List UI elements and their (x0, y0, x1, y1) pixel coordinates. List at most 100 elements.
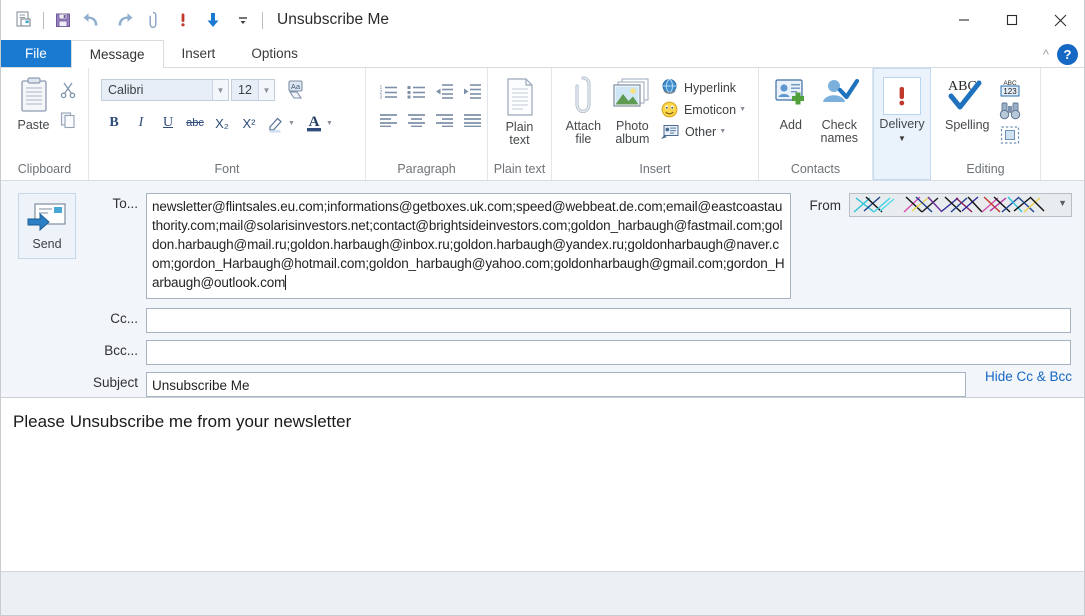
emoticon-chevron-down-icon[interactable]: ▼ (739, 106, 746, 113)
subscript-button[interactable]: X₂ (209, 111, 235, 135)
new-message-icon[interactable] (9, 5, 39, 35)
to-input[interactable]: newsletter@flintsales.eu.com;information… (146, 193, 791, 299)
group-label-paragraph: Paragraph (397, 162, 456, 176)
select-icon[interactable] (995, 124, 1025, 146)
from-select[interactable]: ▼ (849, 193, 1072, 217)
plain-text-label-line2: text (509, 133, 530, 147)
maximize-button[interactable] (988, 0, 1036, 40)
check-names-button[interactable]: Check names (815, 74, 864, 147)
mail-compose-window: Unsubscribe Me File Message Insert Optio… (0, 0, 1085, 616)
svg-text:Aa: Aa (291, 82, 301, 91)
font-name-chevron-down-icon[interactable]: ▼ (212, 80, 228, 100)
cc-input[interactable] (146, 308, 1071, 333)
from-redacted-scribble (853, 196, 1045, 213)
copy-icon[interactable] (56, 108, 80, 132)
svg-text:123: 123 (1004, 87, 1018, 96)
tab-insert[interactable]: Insert (164, 40, 234, 67)
hide-cc-bcc-link[interactable]: Hide Cc & Bcc (985, 369, 1072, 384)
qat-dropdown-icon[interactable] (228, 5, 258, 35)
increase-indent-icon[interactable] (460, 80, 485, 102)
tab-options[interactable]: Options (233, 40, 316, 67)
group-label-insert: Insert (639, 162, 671, 176)
superscript-button[interactable]: X² (236, 111, 262, 135)
font-size-combo[interactable]: 12 ▼ (231, 79, 275, 101)
underline-button[interactable]: U (155, 111, 181, 135)
subject-label: Subject (92, 375, 138, 390)
undo-icon[interactable] (78, 5, 108, 35)
hyperlink-button[interactable]: Hyperlink (658, 77, 750, 98)
compose-header: Send From ▼ To... newsletter@flintsales.… (1, 181, 1084, 398)
delivery-label: Delivery (879, 117, 925, 131)
justify-icon[interactable] (460, 109, 485, 131)
quick-access-toolbar (9, 5, 267, 35)
subject-input[interactable]: Unsubscribe Me (146, 372, 966, 397)
font-size-value: 12 (238, 83, 252, 97)
save-icon[interactable] (48, 5, 78, 35)
word-count-icon[interactable]: ABC 123 (995, 76, 1025, 98)
svg-text:A: A (309, 114, 320, 130)
add-contact-button[interactable]: Add (767, 74, 815, 134)
group-label-font: Font (214, 162, 240, 176)
attach-icon[interactable] (138, 5, 168, 35)
clear-formatting-icon[interactable]: Aa (283, 77, 311, 103)
highlight-chevron-down-icon[interactable]: ▼ (288, 120, 295, 127)
add-contact-label: Add (779, 118, 802, 132)
help-icon[interactable]: ? (1057, 43, 1078, 65)
send-label: Send (32, 237, 62, 251)
decrease-indent-icon[interactable] (432, 80, 457, 102)
italic-button[interactable]: I (128, 111, 154, 135)
align-right-icon[interactable] (432, 109, 457, 131)
text-cursor (285, 275, 287, 290)
window-title: Unsubscribe Me (277, 11, 389, 28)
close-button[interactable] (1036, 0, 1084, 40)
other-button[interactable]: Other ▼ (658, 121, 750, 142)
font-color-icon[interactable]: A (301, 111, 327, 135)
paste-button[interactable]: Paste (11, 74, 56, 134)
priority-icon[interactable] (168, 5, 198, 35)
cut-icon[interactable] (56, 78, 80, 102)
tab-message[interactable]: Message (70, 40, 164, 68)
group-label-clipboard: Clipboard (17, 162, 72, 176)
emoticon-button[interactable]: Emoticon ▼ (658, 99, 750, 120)
plain-text-button[interactable]: Plain text (496, 74, 543, 149)
tab-file[interactable]: File (1, 40, 71, 67)
delivery-button[interactable]: Delivery ▼ (879, 77, 925, 143)
status-bar (1, 571, 1084, 615)
group-label-contacts: Contacts (790, 162, 841, 176)
emoticon-label: Emoticon (683, 102, 737, 117)
ribbon-group-font: Calibri ▼ 12 ▼ Aa B I U abc X₂ X² ▼ A ▼ … (89, 68, 366, 180)
group-label-plaintext: Plain text (493, 162, 546, 176)
bulleted-list-icon[interactable] (404, 80, 429, 102)
ribbon-group-plaintext: Plain text Plain text (488, 68, 552, 180)
spelling-button[interactable]: ABC Spelling (939, 74, 995, 134)
send-button[interactable]: Send (18, 193, 76, 259)
font-size-chevron-down-icon[interactable]: ▼ (258, 80, 274, 100)
bcc-input[interactable] (146, 340, 1071, 365)
globe-icon (662, 79, 677, 94)
hyperlink-label: Hyperlink (683, 80, 737, 95)
delivery-chevron-down-icon[interactable]: ▼ (898, 134, 906, 143)
numbered-list-icon[interactable]: 1 2 3 (376, 80, 401, 102)
font-name-combo[interactable]: Calibri ▼ (101, 79, 229, 101)
download-icon[interactable] (198, 5, 228, 35)
find-binoculars-icon[interactable] (995, 100, 1025, 122)
font-name-value: Calibri (108, 83, 144, 97)
bold-button[interactable]: B (101, 111, 127, 135)
redo-icon[interactable] (108, 5, 138, 35)
tabstrip-right-controls: ^ ? (1043, 40, 1078, 68)
attach-file-button[interactable]: Attach file (560, 73, 607, 148)
align-left-icon[interactable] (376, 109, 401, 131)
qat-separator-1 (43, 11, 44, 29)
smiley-icon (661, 101, 678, 118)
message-body[interactable]: Please Unsubscribe me from your newslett… (1, 398, 1084, 570)
from-chevron-down-icon[interactable]: ▼ (1058, 198, 1067, 208)
font-color-chevron-down-icon[interactable]: ▼ (326, 120, 333, 127)
strikethrough-button[interactable]: abc (182, 111, 208, 135)
photo-album-button[interactable]: Photo album (607, 73, 658, 148)
align-center-icon[interactable] (404, 109, 429, 131)
collapse-ribbon-icon[interactable]: ^ (1043, 47, 1049, 62)
highlight-color-icon[interactable] (263, 111, 289, 135)
other-chevron-down-icon[interactable]: ▼ (719, 128, 726, 135)
qat-separator-2 (262, 11, 263, 29)
minimize-button[interactable] (940, 0, 988, 40)
